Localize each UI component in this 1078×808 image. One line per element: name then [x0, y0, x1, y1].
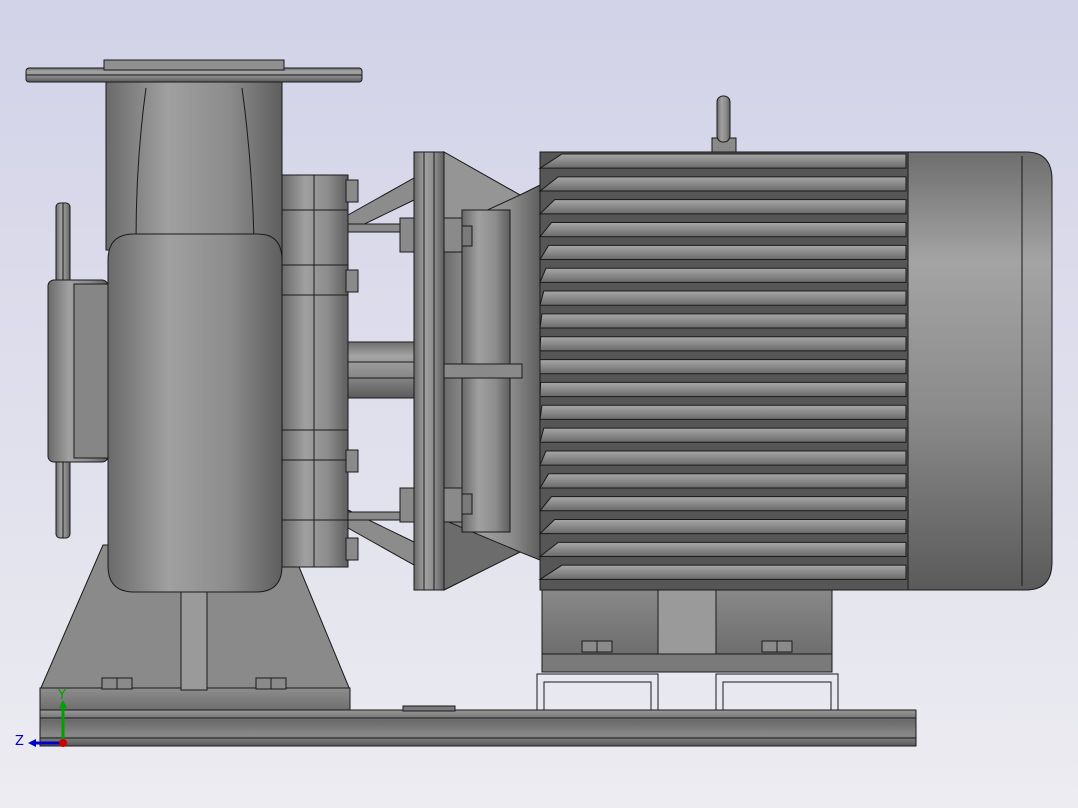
cooling-fin: [539, 427, 907, 443]
cooling-fin: [539, 359, 907, 375]
cooling-fin: [538, 518, 907, 535]
y-axis-label: Y: [57, 688, 66, 703]
cooling-fin: [539, 473, 907, 489]
cooling-fin: [539, 244, 907, 261]
cooling-fin: [538, 496, 907, 512]
motor-body: [538, 151, 909, 591]
base-rail: [39, 705, 917, 747]
x-axis-origin: [59, 739, 67, 747]
cooling-fin: [539, 336, 907, 352]
pump-assembly-drawing: Y Z: [0, 0, 1078, 808]
cooling-fin: [538, 199, 907, 215]
cooling-fin: [538, 222, 907, 238]
z-axis-label: Z: [15, 734, 24, 749]
fan-cover: [907, 151, 1053, 591]
cooling-fin: [539, 313, 907, 329]
cooling-fin: [538, 153, 907, 169]
cooling-fin: [538, 564, 907, 580]
cooling-fin: [539, 267, 907, 283]
cooling-fin: [539, 450, 907, 466]
cad-viewport[interactable]: Y Z: [0, 0, 1078, 808]
cooling-fin: [539, 290, 907, 306]
cooling-fin: [539, 381, 907, 398]
cooling-fin: [539, 404, 907, 420]
cooling-fin: [538, 541, 907, 557]
motor-adapter: [399, 151, 541, 591]
cooling-fin: [538, 176, 907, 192]
